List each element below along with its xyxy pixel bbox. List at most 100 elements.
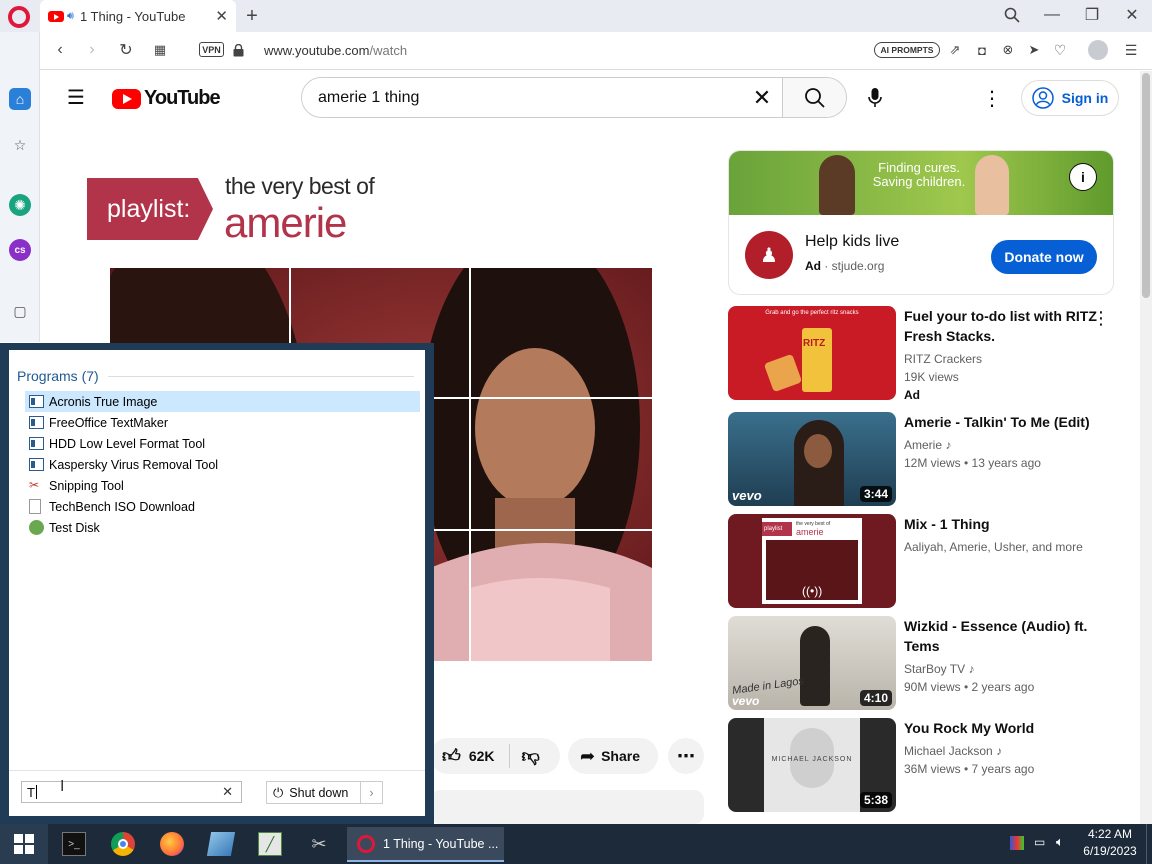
like-count[interactable]: 62K (469, 748, 495, 764)
search-input[interactable] (302, 78, 742, 117)
more-actions-button[interactable]: ⋯ (668, 738, 704, 774)
description-box[interactable] (430, 790, 704, 824)
video-thumbnail[interactable]: Made in Lagos vevo 4:10 (728, 616, 896, 710)
tabs-grid-icon[interactable]: ▦ (150, 40, 170, 60)
tab-close-icon[interactable]: ✕ (215, 7, 228, 25)
rec-channel-row[interactable]: Michael Jackson ♪ (904, 742, 1002, 760)
page-scrollbar[interactable] (1140, 71, 1152, 824)
recommendation-item[interactable]: vevo 3:44 Amerie - Talkin' To Me (Edit) … (728, 412, 1148, 508)
program-item[interactable]: HDD Low Level Format Tool (25, 433, 420, 454)
search-icon (804, 87, 825, 108)
easy-setup-icon[interactable]: ☰ (1122, 41, 1140, 59)
dislike-icon[interactable]: 👎︎ (522, 745, 540, 767)
command-prompt-icon[interactable]: >_ (62, 832, 86, 856)
ad-info-icon[interactable]: i (1069, 163, 1097, 191)
program-item[interactable]: TechBench ISO Download (25, 496, 420, 517)
recommendation-item[interactable]: playlist the very best of amerie ((•)) M… (728, 514, 1148, 610)
program-label: FreeOffice TextMaker (49, 415, 169, 430)
task-manager-icon[interactable]: ╱ (258, 832, 282, 856)
rec-channel-row[interactable]: StarBoy TV ♪ (904, 660, 974, 678)
rec-title[interactable]: Mix - 1 Thing (904, 514, 1100, 534)
opera-menu-icon[interactable] (8, 6, 30, 28)
program-item[interactable]: Acronis True Image (25, 391, 420, 412)
shutdown-arrow-icon[interactable]: › (360, 782, 382, 803)
rec-channel[interactable]: Aaliyah, Amerie, Usher, and more (904, 538, 1083, 556)
firefox-icon[interactable] (160, 832, 184, 856)
settings-kebab-icon[interactable]: ⋮ (982, 86, 1002, 110)
sign-in-button[interactable]: Sign in (1021, 80, 1119, 116)
ad-banner-line2: Saving children. (872, 174, 966, 189)
browser-tab[interactable]: 🔊︎ 1 Thing - YouTube ✕ (40, 0, 236, 32)
restore-button[interactable]: ❐ (1082, 4, 1102, 26)
recommendation-item[interactable]: MICHAEL JACKSON 5:38 You Rock My World M… (728, 718, 1148, 814)
network-icon[interactable]: ▭ (1034, 835, 1050, 849)
hamburger-menu-icon[interactable]: ☰ (64, 86, 88, 109)
like-icon[interactable]: 👍︎ (442, 745, 461, 767)
tray-app-icon[interactable] (1010, 836, 1024, 850)
ai-prompts-button[interactable]: AI PROMPTS (874, 42, 940, 58)
show-desktop-button[interactable] (1146, 824, 1152, 864)
recommendation-item[interactable]: Made in Lagos vevo 4:10 Wizkid - Essence… (728, 616, 1148, 712)
shutdown-button[interactable]: ⏻ Shut down › (266, 781, 383, 804)
program-item[interactable]: ✂ Snipping Tool (25, 475, 420, 496)
adblock-icon[interactable]: ⊗ (999, 41, 1017, 59)
start-search-box[interactable]: T ✕ (21, 781, 242, 803)
rec-channel[interactable]: RITZ Crackers (904, 350, 982, 368)
back-button[interactable]: ‹ (50, 40, 70, 60)
clear-search-icon[interactable]: ✕ (742, 78, 782, 117)
text-cursor (35, 785, 37, 799)
program-item[interactable]: FreeOffice TextMaker (25, 412, 420, 433)
forward-button[interactable]: › (82, 40, 102, 60)
new-tab-button[interactable]: + (242, 4, 262, 28)
rec-title[interactable]: Wizkid - Essence (Audio) ft. Tems (904, 616, 1100, 656)
vpn-badge[interactable]: VPN (199, 42, 224, 57)
video-thumbnail[interactable]: playlist the very best of amerie ((•)) (728, 514, 896, 608)
video-duration: 4:10 (859, 690, 892, 706)
playlist-line2: amerie (224, 199, 347, 246)
reload-icon[interactable]: ↻ (116, 40, 136, 60)
taskbar-opera-window[interactable]: 1 Thing - YouTube ... (347, 827, 504, 862)
camera-icon[interactable]: ◘ (973, 41, 991, 59)
minimize-button[interactable]: — (1042, 4, 1062, 26)
home-icon[interactable]: ⌂ (9, 88, 31, 110)
speaker-icon[interactable]: 🔊︎ (67, 10, 74, 23)
rec-menu-icon[interactable]: ⋮ (1092, 308, 1110, 329)
video-thumbnail[interactable]: vevo 3:44 (728, 412, 896, 506)
recommendation-item[interactable]: Grab and go the perfect ritz snacks RITZ… (728, 306, 1148, 402)
share-button[interactable]: ➦ Share (568, 738, 658, 774)
snipping-tool-taskbar-icon[interactable]: ✂ (307, 832, 331, 856)
search-button[interactable] (782, 78, 846, 117)
program-label: Snipping Tool (49, 478, 124, 493)
url-field[interactable]: www.youtube.com/watch (264, 43, 407, 58)
heart-icon[interactable]: ♡ (1051, 41, 1069, 59)
volume-muted-icon[interactable]: 🔈︎ (1056, 834, 1074, 850)
rec-channel-row[interactable]: Amerie ♪ (904, 436, 951, 454)
close-window-button[interactable]: ✕ (1122, 4, 1142, 26)
microphone-icon[interactable] (864, 86, 886, 110)
chatgpt-icon[interactable]: ✺ (9, 194, 31, 216)
program-item[interactable]: Kaspersky Virus Removal Tool (25, 454, 420, 475)
video-thumbnail[interactable]: MICHAEL JACKSON 5:38 (728, 718, 896, 812)
notepad-icon[interactable] (206, 832, 236, 856)
scrollbar-thumb[interactable] (1142, 73, 1150, 298)
clear-search-icon[interactable]: ✕ (222, 784, 233, 800)
profile-avatar[interactable] (1088, 40, 1108, 60)
video-duration: 5:38 (859, 792, 892, 808)
lock-icon[interactable] (230, 41, 246, 59)
program-item[interactable]: Test Disk (25, 517, 420, 538)
donate-now-button[interactable]: Donate now (991, 240, 1097, 274)
start-button[interactable] (0, 824, 48, 864)
video-thumbnail[interactable]: Grab and go the perfect ritz snacks RITZ (728, 306, 896, 400)
pinboard-icon[interactable]: ☆ (9, 134, 31, 156)
rec-title[interactable]: Fuel your to-do list with RITZ Fresh Sta… (904, 306, 1100, 346)
rec-title[interactable]: Amerie - Talkin' To Me (Edit) (904, 412, 1100, 432)
chrome-icon[interactable] (111, 832, 135, 856)
rec-title[interactable]: You Rock My World (904, 718, 1100, 738)
send-icon[interactable]: ➤ (1025, 41, 1043, 59)
tab-search-icon[interactable] (1002, 4, 1022, 26)
taskbar-clock[interactable]: 4:22 AM 6/19/2023 (1080, 826, 1140, 860)
shopping-bag-icon[interactable]: ▢ (9, 300, 31, 322)
edit-share-icon[interactable]: ⇗ (946, 41, 964, 59)
chatsonic-icon[interactable]: cs (9, 239, 31, 261)
youtube-logo[interactable]: YouTube (112, 87, 221, 110)
